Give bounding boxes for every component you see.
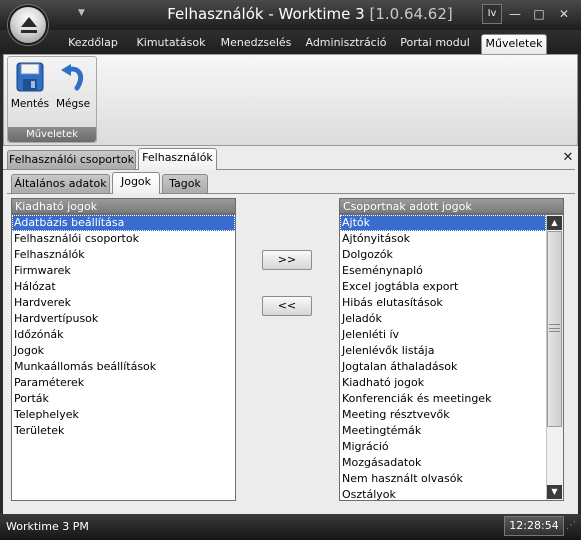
list-item[interactable]: Excel jogtábla export xyxy=(340,279,563,295)
subtab-jogok[interactable]: Jogok xyxy=(112,172,160,194)
save-button-label: Mentés xyxy=(10,98,50,110)
list-item[interactable]: Meeting résztvevők xyxy=(340,407,563,423)
list-item[interactable]: Osztályok xyxy=(340,487,563,500)
tab-divider xyxy=(3,169,138,170)
ribbon-tab-adminisztracio[interactable]: Adminisztráció xyxy=(303,34,389,54)
ribbon-tab-portai-modul[interactable]: Portai modul xyxy=(397,34,473,54)
list-item[interactable]: Kiadható jogok xyxy=(340,375,563,391)
quick-access-dropdown-icon[interactable]: ▼ xyxy=(78,8,85,18)
list-item[interactable]: Porták xyxy=(12,391,235,407)
maximize-button[interactable]: □ xyxy=(528,4,550,24)
scroll-down-icon[interactable]: ▼ xyxy=(547,485,562,499)
list-item[interactable]: Migráció xyxy=(340,439,563,455)
subtab-divider xyxy=(7,193,112,194)
list-item[interactable]: Hibás elutasítások xyxy=(340,295,563,311)
remove-right-button[interactable]: << xyxy=(262,296,312,316)
list-item[interactable]: Jeladók xyxy=(340,311,563,327)
scrollbar-grip-icon xyxy=(549,324,560,332)
available-rights-list[interactable]: Adatbázis beállítása Felhasználói csopor… xyxy=(11,214,236,501)
add-right-button[interactable]: >> xyxy=(262,250,312,270)
floppy-disk-icon xyxy=(16,62,44,92)
ribbon-tab-muveletek[interactable]: Műveletek xyxy=(481,34,547,54)
list-item[interactable]: Felhasználói csoportok xyxy=(12,231,235,247)
window-title: Felhasználók - Worktime 3 [1.0.64.62] xyxy=(167,5,453,23)
list-item[interactable]: Meetingtémák xyxy=(340,423,563,439)
ribbon-tab-kezdolap[interactable]: Kezdőlap xyxy=(62,34,124,54)
tab-divider xyxy=(217,169,575,170)
subtab-divider xyxy=(160,193,575,194)
cancel-button-label: Mégse xyxy=(55,98,91,110)
status-text: Worktime 3 PM xyxy=(6,520,89,533)
list-item[interactable]: Firmwarek xyxy=(12,263,235,279)
list-item[interactable]: Hardvertípusok xyxy=(12,311,235,327)
resize-grip-icon[interactable]: ⋰ xyxy=(566,520,578,536)
list-item[interactable]: Időzónák xyxy=(12,327,235,343)
list-item[interactable]: Telephelyek xyxy=(12,407,235,423)
tab-felhasznalok[interactable]: Felhasználók xyxy=(138,148,217,170)
language-button[interactable]: Iv xyxy=(482,4,502,24)
list-item[interactable]: Nem használt olvasók xyxy=(340,471,563,487)
list-item[interactable]: Ajtók xyxy=(340,215,546,231)
list-item[interactable]: Jelenléti ív xyxy=(340,327,563,343)
list-item[interactable]: Dolgozók xyxy=(340,247,563,263)
scroll-up-icon[interactable]: ▲ xyxy=(547,216,562,230)
ribbon-tab-menedzseles[interactable]: Menedzselés xyxy=(218,34,294,54)
list-item[interactable]: Területek xyxy=(12,423,235,439)
status-clock: 12:28:54 xyxy=(504,516,564,536)
list-item[interactable]: Konferenciák és meetingek xyxy=(340,391,563,407)
tab-felhasznaloi-csoportok[interactable]: Felhasználói csoportok xyxy=(7,150,136,170)
undo-arrow-icon xyxy=(61,64,84,91)
app-menu-orb-icon[interactable] xyxy=(8,5,48,45)
ribbon-tab-kimutatasok[interactable]: Kimutatások xyxy=(132,34,210,54)
cancel-button[interactable]: Mégse xyxy=(53,60,93,116)
minimize-button[interactable]: — xyxy=(504,4,526,24)
list-item[interactable]: Hardverek xyxy=(12,295,235,311)
list-item[interactable]: Adatbázis beállítása xyxy=(12,215,235,231)
available-rights-header: Kiadható jogok xyxy=(11,198,236,214)
list-item[interactable]: Jogok xyxy=(12,343,235,359)
subtab-altalanos-adatok[interactable]: Általános adatok xyxy=(11,174,110,194)
list-item[interactable]: Felhasználók xyxy=(12,247,235,263)
list-item[interactable]: Hálózat xyxy=(12,279,235,295)
close-button[interactable]: ✕ xyxy=(553,4,575,24)
close-tab-icon[interactable]: ✕ xyxy=(561,151,575,165)
ribbon-group-label: Műveletek xyxy=(8,127,96,142)
save-button[interactable]: Mentés xyxy=(10,60,50,116)
list-item[interactable]: Ajtónyitások xyxy=(340,231,563,247)
list-item[interactable]: Jelenlévők listája xyxy=(340,343,563,359)
granted-rights-list[interactable]: Ajtók Ajtónyitások Dolgozók Eseménynapló… xyxy=(339,214,564,501)
list-item[interactable]: Jogtalan áthaladások xyxy=(340,359,563,375)
list-item[interactable]: Mozgásadatok xyxy=(340,455,563,471)
list-item[interactable]: Paraméterek xyxy=(12,375,235,391)
list-item[interactable]: Munkaállomás beállítások xyxy=(12,359,235,375)
subtab-tagok[interactable]: Tagok xyxy=(162,174,208,194)
granted-rights-header: Csoportnak adott jogok xyxy=(339,198,564,214)
list-item[interactable]: Eseménynapló xyxy=(340,263,563,279)
